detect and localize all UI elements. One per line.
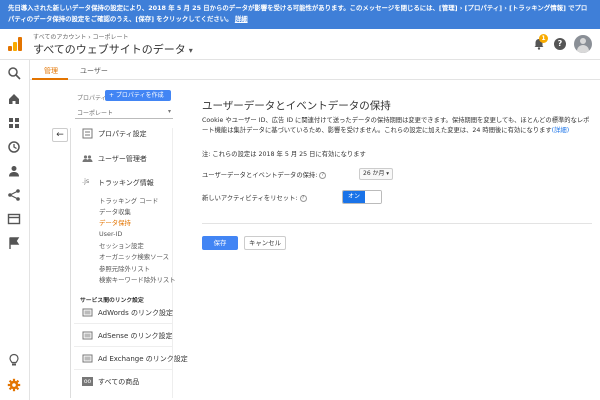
retention-period-value: 26 か月 — [363, 170, 385, 177]
acquisition-icon[interactable] — [7, 188, 21, 202]
property-selector[interactable]: すべてのウェブサイトのデータ ▾ — [33, 41, 193, 57]
property-column-label: プロパティ — [77, 95, 107, 102]
admin-gear-icon[interactable] — [7, 378, 21, 392]
submenu-item-user-id[interactable]: User-ID — [99, 230, 122, 238]
cancel-button[interactable]: キャンセル — [244, 236, 286, 250]
submenu-item-organic-sources[interactable]: オーガニック検索ソース — [99, 252, 169, 261]
notification-banner: 先日導入された新しいデータ保持の設定により、2018 年 5 月 25 日からの… — [0, 0, 600, 29]
menu-item-label: トラッキング情報 — [98, 179, 154, 187]
toggle-knob — [365, 191, 381, 203]
menu-item-label: AdSense のリンク設定 — [98, 332, 173, 340]
audience-icon[interactable] — [7, 164, 21, 178]
adexchange-icon — [82, 354, 93, 363]
chevron-down-icon: ▾ — [167, 108, 171, 115]
all-products-icon: oo — [82, 377, 93, 386]
divider — [74, 346, 173, 347]
page-title: すべてのウェブサイトのデータ — [33, 43, 186, 56]
avatar[interactable] — [574, 35, 592, 53]
admin-tabs: 管理 ユーザー — [30, 60, 600, 80]
submenu-item-data-collection[interactable]: データ収集 — [99, 207, 131, 216]
description-text: Cookie やユーザー ID、広告 ID に関連付けて送ったデータの保持期間は… — [202, 116, 592, 136]
retention-field-label: ユーザーデータとイベントデータの保持:? — [202, 170, 327, 179]
tab-users[interactable]: ユーザー — [80, 66, 108, 76]
banner-text: 先日導入された新しいデータ保持の設定により、2018 年 5 月 25 日からの… — [8, 4, 588, 23]
menu-item-label: Ad Exchange のリンク設定 — [98, 355, 188, 363]
column-divider — [70, 128, 71, 398]
breadcrumb[interactable]: すべてのアカウント › コーポレート — [33, 32, 129, 41]
learn-more-link[interactable]: (詳細) — [552, 127, 570, 134]
lightbulb-icon[interactable] — [7, 353, 21, 367]
back-button[interactable]: ← — [52, 128, 68, 142]
submenu-item-search-term-exclusion[interactable]: 検索キーワード除外リスト — [99, 275, 176, 284]
realtime-clock-icon[interactable] — [7, 140, 21, 154]
description-body: Cookie やユーザー ID、広告 ID に関連付けて送ったデータの保持期間は… — [202, 117, 590, 134]
chevron-down-icon: ▾ — [386, 171, 389, 177]
divider — [74, 369, 173, 370]
menu-item-label: すべての商品 — [98, 378, 140, 386]
notification-count-badge: 1 — [539, 34, 548, 43]
tab-admin[interactable]: 管理 — [44, 66, 58, 76]
menu-item-label: プロパティ設定 — [98, 130, 147, 138]
divider — [202, 223, 592, 224]
reset-label-text: 新しいアクティビティをリセット: — [202, 195, 298, 202]
settings-page-icon — [82, 128, 93, 139]
help-icon[interactable]: ? — [554, 38, 566, 50]
submenu-item-data-retention[interactable]: データ保持 — [99, 218, 131, 227]
adsense-icon — [82, 331, 93, 340]
behavior-icon[interactable] — [7, 212, 21, 226]
retention-label-text: ユーザーデータとイベントデータの保持: — [202, 172, 318, 179]
admin-panel: ← プロパティ + プロパティを作成 コーポレート ▾ プロパティ設定 ユーザー… — [30, 80, 600, 400]
js-icon: .js — [82, 177, 90, 185]
property-dropdown[interactable]: コーポレート ▾ — [75, 107, 173, 119]
product-linking-section-label: サービス間のリンク設定 — [80, 298, 144, 304]
retention-period-select[interactable]: 26 か月 ▾ — [359, 168, 393, 180]
save-button[interactable]: 保存 — [202, 236, 238, 250]
help-icon[interactable]: ? — [299, 194, 307, 202]
submenu-item-session-settings[interactable]: セッション設定 — [99, 241, 144, 250]
adwords-icon — [82, 308, 93, 317]
reset-activity-toggle[interactable]: オン — [342, 190, 382, 204]
toggle-on-label: オン — [343, 191, 365, 203]
divider — [74, 323, 173, 324]
search-icon[interactable] — [7, 66, 21, 80]
help-icon[interactable]: ? — [319, 171, 327, 179]
top-bar: すべてのアカウント › コーポレート すべてのウェブサイトのデータ ▾ 1 ? — [0, 29, 600, 60]
reset-field-label: 新しいアクティビティをリセット:? — [202, 193, 307, 202]
analytics-logo-icon[interactable] — [8, 37, 22, 51]
conversions-flag-icon[interactable] — [7, 236, 21, 250]
effective-date-note: 注: これらの設定は 2018 年 5 月 25 日に有効になります — [202, 151, 366, 158]
menu-item-label: ユーザー管理者 — [98, 155, 147, 163]
customization-icon[interactable] — [7, 116, 21, 130]
home-icon[interactable] — [7, 92, 21, 106]
property-dropdown-value: コーポレート — [77, 110, 114, 117]
left-nav — [0, 60, 30, 400]
submenu-item-tracking-code[interactable]: トラッキング コード — [99, 196, 158, 205]
page-heading: ユーザーデータとイベントデータの保持 — [202, 100, 391, 112]
create-property-button[interactable]: + プロパティを作成 — [105, 90, 171, 101]
menu-item-label: AdWords のリンク設定 — [98, 309, 173, 317]
submenu-item-referral-exclusion[interactable]: 参照元除外リスト — [99, 264, 150, 273]
banner-details-link[interactable]: 詳細 — [235, 15, 248, 23]
chevron-down-icon: ▾ — [188, 46, 193, 55]
users-icon — [82, 155, 93, 162]
